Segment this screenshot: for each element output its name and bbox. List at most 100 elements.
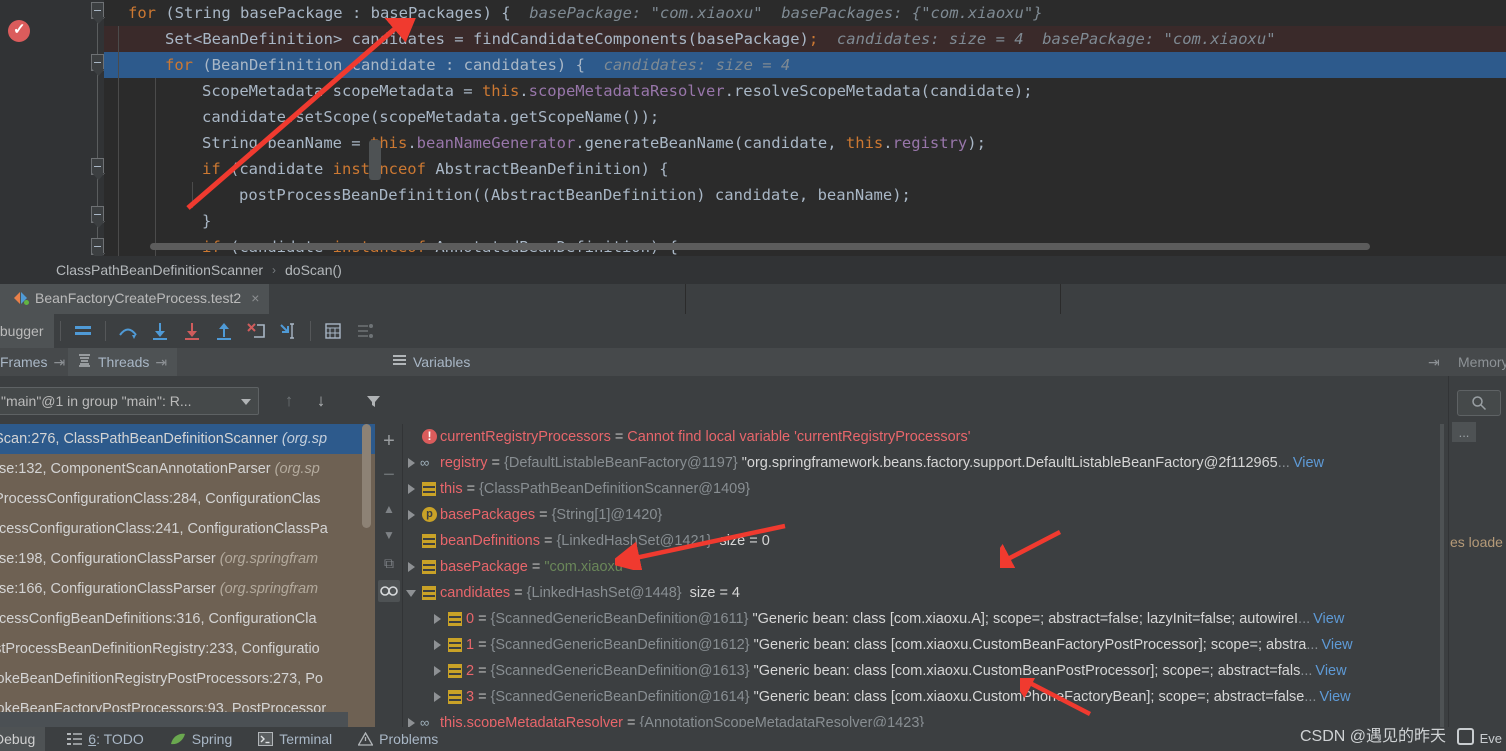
tab-variables[interactable]: Variables <box>383 348 480 376</box>
tab-frames[interactable]: Frames ⇥ <box>0 348 75 376</box>
code-line[interactable]: ScopeMetadata scopeMetadata = this.scope… <box>104 78 1506 104</box>
status-item-problems[interactable]: Problems <box>358 731 438 747</box>
move-up-icon[interactable]: ▲ <box>378 498 400 520</box>
frame-row[interactable]: parse:166, ConfigurationClassParser (org… <box>0 574 375 604</box>
tab-memory[interactable]: Memory <box>1448 348 1506 376</box>
breadcrumb-class[interactable]: ClassPathBeanDefinitionScanner <box>56 262 263 278</box>
variable-row[interactable]: 2 = {ScannedGenericBeanDefinition@1613} "G… <box>404 658 1448 684</box>
status-item-terminal[interactable]: Terminal <box>258 731 332 747</box>
editor-horizontal-scrollbar[interactable] <box>150 243 1370 250</box>
frames-down-icon[interactable]: ↓ <box>308 388 334 414</box>
variable-row[interactable]: ∞ this.scopeMetadataResolver = {AnnotationS… <box>404 710 1448 727</box>
evaluate-expression-icon[interactable] <box>319 317 347 345</box>
view-link[interactable]: View <box>1319 684 1350 710</box>
code-line[interactable]: for (String basePackage : basePackages) … <box>104 0 1506 26</box>
chevron-right-icon[interactable] <box>404 710 420 727</box>
chevron-right-icon[interactable] <box>430 632 446 658</box>
variable-row[interactable]: p basePackages = {String[1]@1420} <box>404 502 1448 528</box>
fold-marker-icon[interactable] <box>91 54 104 71</box>
memory-search-input[interactable] <box>1457 390 1501 416</box>
thread-selector-dropdown[interactable]: "main"@1 in group "main": R... <box>0 387 259 415</box>
frame-row[interactable]: doProcessConfigurationClass:284, Configu… <box>0 484 375 514</box>
status-item-todo[interactable]: 6: TODO <box>67 731 144 747</box>
variable-row[interactable]: 0 = {ScannedGenericBeanDefinition@1611} "G… <box>404 606 1448 632</box>
frames-scrollbar[interactable] <box>362 424 371 528</box>
frame-row[interactable]: postProcessBeanDefinitionRegistry:233, C… <box>0 634 375 664</box>
code-line[interactable]: for (BeanDefinition candidate : candidat… <box>104 52 1506 78</box>
view-link[interactable]: View <box>1293 450 1324 476</box>
chevron-right-icon[interactable] <box>404 450 420 476</box>
fold-marker-icon[interactable] <box>91 238 104 255</box>
force-step-into-icon[interactable] <box>178 317 206 345</box>
variable-row[interactable]: ∞ registry = {DefaultListableBeanFactory@11… <box>404 450 1448 476</box>
frame-row[interactable]: processConfigurationClass:241, Configura… <box>0 514 375 544</box>
code-line[interactable]: } <box>104 208 1506 234</box>
step-out-icon[interactable] <box>210 317 238 345</box>
show-execution-point-icon[interactable] <box>69 317 97 345</box>
code-line[interactable]: if (candidate instanceof AbstractBeanDef… <box>104 156 1506 182</box>
variables-pin-icon[interactable]: ⇥ <box>1418 348 1450 376</box>
variable-row[interactable]: this = {ClassPathBeanDefinitionScanner@140… <box>404 476 1448 502</box>
breadcrumb-method[interactable]: doScan() <box>285 262 342 278</box>
drop-frame-icon[interactable] <box>242 317 270 345</box>
step-into-icon[interactable] <box>146 317 174 345</box>
chevron-down-icon[interactable] <box>241 399 251 405</box>
variables-rows[interactable]: ! currentRegistryProcessors = Cannot find l… <box>404 424 1448 727</box>
breadcrumb[interactable]: ClassPathBeanDefinitionScanner › doScan(… <box>0 256 1506 284</box>
tab-debugger[interactable]: Debugger <box>0 314 54 348</box>
variable-row[interactable]: basePackage = "com.xiaoxu" <box>404 554 1448 580</box>
chevron-right-icon[interactable] <box>430 684 446 710</box>
fold-marker-icon[interactable] <box>91 2 104 19</box>
variables-vertical-scrollbar[interactable] <box>1440 424 1444 727</box>
code-editor[interactable]: ✓ for (String basePackage : basePackages… <box>0 0 1506 256</box>
code-lines[interactable]: for (String basePackage : basePackages) … <box>104 0 1506 256</box>
filter-funnel-icon[interactable] <box>360 388 386 414</box>
remove-watch-icon[interactable]: − <box>378 464 400 486</box>
fold-marker-icon[interactable] <box>91 158 104 175</box>
breakpoint-icon[interactable]: ✓ <box>8 20 30 42</box>
frames-up-icon[interactable]: ↑ <box>276 388 302 414</box>
run-to-cursor-icon[interactable] <box>274 317 302 345</box>
pin-icon[interactable]: ⇥ <box>53 354 65 371</box>
chevron-right-icon[interactable] <box>404 476 420 502</box>
frame-row[interactable]: processConfigBeanDefinitions:316, Config… <box>0 604 375 634</box>
variable-row[interactable]: 1 = {ScannedGenericBeanDefinition@1612} "G… <box>404 632 1448 658</box>
variables-pane[interactable]: + − ▲ ▼ ⧉ ! currentRegistryProcessors = Can… <box>375 424 1448 727</box>
code-line[interactable]: candidate.setScope(scopeMetadata.getScop… <box>104 104 1506 130</box>
view-link[interactable]: View <box>1315 658 1346 684</box>
chevron-right-icon[interactable] <box>430 658 446 684</box>
chevron-right-icon[interactable] <box>404 554 420 580</box>
variable-row[interactable]: ! currentRegistryProcessors = Cannot find l… <box>404 424 1448 450</box>
close-icon[interactable]: × <box>251 290 259 306</box>
settings-lines-icon[interactable] <box>351 317 379 345</box>
chevron-right-icon[interactable] <box>430 606 446 632</box>
add-watch-icon[interactable]: + <box>378 430 400 452</box>
view-link[interactable]: View <box>1313 606 1344 632</box>
editor-fold-gutter[interactable] <box>52 0 104 256</box>
variable-row[interactable]: candidates = {LinkedHashSet@1448} size = 4 <box>404 580 1448 606</box>
status-debug-tab[interactable]: Debug <box>0 727 46 751</box>
frame-row[interactable]: invokeBeanDefinitionRegistryPostProcesso… <box>0 664 375 694</box>
memory-more-button[interactable]: ... <box>1452 422 1476 442</box>
fold-marker-icon[interactable] <box>91 206 104 223</box>
chevron-down-icon[interactable] <box>404 580 420 606</box>
code-line[interactable]: String beanName = this.beanNameGenerator… <box>104 130 1506 156</box>
frames-resize-handle[interactable] <box>369 140 381 180</box>
code-line[interactable]: Set<BeanDefinition> candidates = findCan… <box>104 26 1506 52</box>
step-over-icon[interactable] <box>114 317 142 345</box>
tab-threads[interactable]: Threads ⇥ <box>68 348 178 376</box>
variable-row[interactable]: beanDefinitions = {LinkedHashSet@1421} size… <box>404 528 1448 554</box>
copy-value-icon[interactable]: ⧉ <box>378 552 400 574</box>
move-down-icon[interactable]: ▼ <box>378 524 400 546</box>
status-item-spring[interactable]: Spring <box>170 731 232 747</box>
pin-icon[interactable]: ⇥ <box>155 354 167 371</box>
chevron-right-icon[interactable] <box>404 502 420 528</box>
variable-row[interactable]: 3 = {ScannedGenericBeanDefinition@1614} "G… <box>404 684 1448 710</box>
frame-row[interactable]: parse:198, ConfigurationClassParser (org… <box>0 544 375 574</box>
frame-row[interactable]: parse:132, ComponentScanAnnotationParser… <box>0 454 375 484</box>
view-link[interactable]: View <box>1321 632 1352 658</box>
editor-gutter[interactable]: ✓ <box>0 0 52 256</box>
tab-bean-factory-create-process[interactable]: BeanFactoryCreateProcess.test2 × <box>0 284 270 314</box>
frame-row[interactable]: doScan:276, ClassPathBeanDefinitionScann… <box>0 424 375 454</box>
inline-watches-icon[interactable] <box>378 580 400 602</box>
